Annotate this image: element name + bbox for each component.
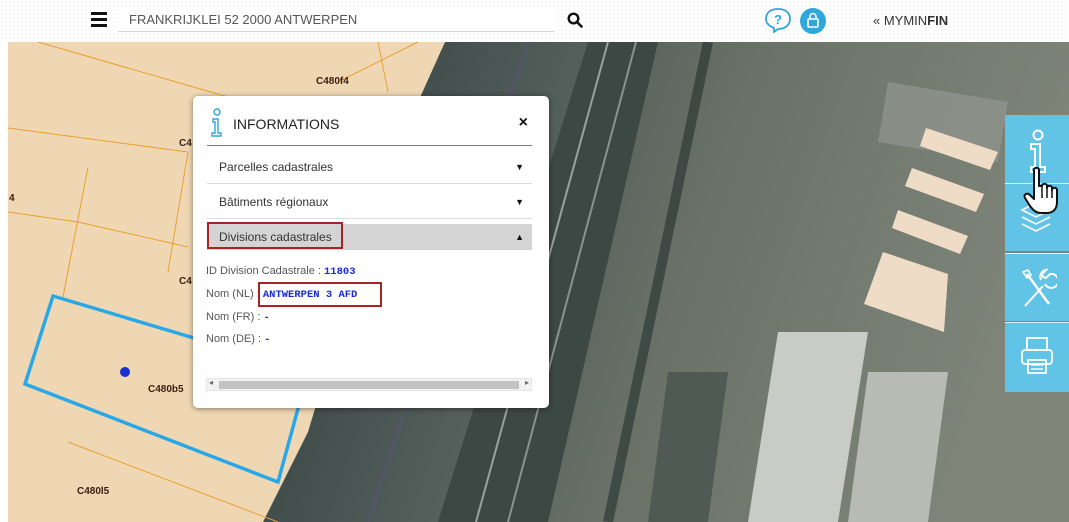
- detail-label: Nom (FR) :: [206, 311, 264, 323]
- detail-nom-de: Nom (DE) : -: [206, 333, 270, 346]
- parcel-label: C4: [179, 138, 192, 149]
- help-icon[interactable]: ?: [764, 7, 792, 33]
- detail-label: Nom (NL) :: [206, 288, 263, 300]
- print-tool-button[interactable]: [1005, 322, 1069, 392]
- svg-text:?: ?: [774, 12, 782, 27]
- panel-header: INFORMATIONS ×: [207, 108, 532, 146]
- detail-id-division: ID Division Cadastrale : 11803: [206, 265, 356, 278]
- hamburger-menu-icon[interactable]: [91, 12, 107, 28]
- top-bar: FRANKRIJKLEI 52 2000 ANTWERPEN ? « MYMIN…: [0, 0, 1069, 42]
- info-icon: [211, 108, 222, 137]
- detail-nom-fr: Nom (FR) : -: [206, 311, 270, 324]
- myminfin-link[interactable]: « MYMINFIN: [873, 13, 948, 28]
- parcel-label: 4: [9, 193, 15, 204]
- tools-tool-button[interactable]: [1005, 253, 1069, 321]
- chevron-down-icon: ▼: [515, 197, 524, 207]
- section-label: Bâtiments régionaux: [219, 195, 329, 209]
- highlight-box: [207, 222, 343, 249]
- detail-value: -: [264, 334, 271, 346]
- scroll-right-icon[interactable]: ▸: [525, 378, 529, 387]
- section-label: Parcelles cadastrales: [219, 160, 334, 174]
- hand-cursor-icon: [1023, 166, 1058, 214]
- detail-label: Nom (DE) :: [206, 333, 265, 345]
- scroll-left-icon[interactable]: ◂: [209, 378, 213, 387]
- chevron-down-icon: ▼: [515, 162, 524, 172]
- detail-label: ID Division Cadastrale :: [206, 265, 324, 277]
- section-batiments-regionaux[interactable]: Bâtiments régionaux ▼: [207, 185, 532, 219]
- myminfin-bold: FIN: [927, 13, 949, 28]
- search-icon[interactable]: [567, 12, 583, 28]
- close-button[interactable]: ×: [519, 114, 528, 132]
- tools-icon: [1021, 268, 1057, 307]
- parcel-label: C480b5: [148, 384, 184, 395]
- print-icon: [1021, 337, 1053, 374]
- chevron-up-icon: ▲: [515, 232, 524, 242]
- address-search-input[interactable]: FRANKRIJKLEI 52 2000 ANTWERPEN: [118, 8, 555, 32]
- parcel-label: C480f4: [316, 76, 349, 87]
- information-panel: INFORMATIONS ×: [193, 96, 549, 408]
- parcel-label: C480l5: [77, 486, 110, 497]
- section-parcelles-cadastrales[interactable]: Parcelles cadastrales ▼: [207, 150, 532, 184]
- lock-icon[interactable]: [799, 7, 827, 35]
- myminfin-prefix: « MYMIN: [873, 13, 928, 28]
- highlight-box: [258, 282, 382, 307]
- panel-title: INFORMATIONS: [233, 116, 340, 132]
- detail-value: 11803: [324, 266, 356, 278]
- scroll-thumb[interactable]: [219, 381, 519, 389]
- detail-value: -: [263, 312, 270, 324]
- parcel-label: C4: [179, 276, 192, 287]
- horizontal-scrollbar[interactable]: ◂ ▸: [206, 378, 532, 391]
